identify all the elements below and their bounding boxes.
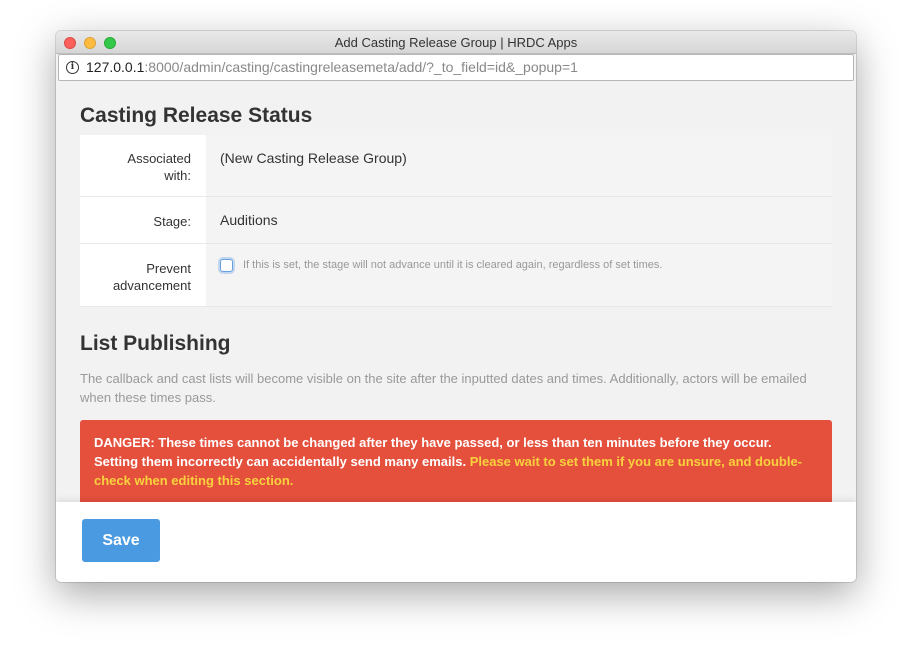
- list-publishing-heading: List Publishing: [80, 332, 231, 355]
- title-bar: Add Casting Release Group | HRDC Apps: [56, 31, 856, 54]
- casting-release-status-heading: Casting Release Status: [80, 104, 313, 127]
- stage-row: Stage: Auditions: [80, 197, 832, 244]
- window-title: Add Casting Release Group | HRDC Apps: [334, 35, 578, 50]
- page-content: Casting Release Status Associated with: …: [56, 81, 856, 502]
- associated-with-value: (New Casting Release Group): [220, 150, 407, 166]
- prevent-advancement-checkbox[interactable]: [220, 259, 233, 272]
- submit-footer: Save: [56, 502, 856, 582]
- save-button[interactable]: Save: [82, 519, 160, 562]
- address-bar[interactable]: i 127.0.0.1:8000/admin/casting/castingre…: [58, 54, 854, 81]
- url-host: 127.0.0.1: [86, 59, 145, 75]
- url-text[interactable]: 127.0.0.1:8000/admin/casting/castingrele…: [86, 59, 578, 75]
- browser-window: Add Casting Release Group | HRDC Apps i …: [56, 31, 856, 582]
- prevent-advancement-row: Prevent advancement If this is set, the …: [80, 244, 832, 307]
- danger-alert: DANGER: These times cannot be changed af…: [80, 420, 832, 502]
- associated-with-row: Associated with: (New Casting Release Gr…: [80, 135, 832, 197]
- stage-label: Stage:: [153, 214, 191, 229]
- prevent-advancement-label: Prevent advancement: [112, 261, 191, 293]
- list-publishing-description: The callback and cast lists will become …: [80, 371, 807, 405]
- stage-value: Auditions: [220, 212, 278, 228]
- prevent-advancement-help: If this is set, the stage will not advan…: [243, 259, 663, 271]
- url-path: :8000/admin/casting/castingreleasemeta/a…: [144, 59, 578, 75]
- associated-with-label: Associated with:: [127, 151, 191, 183]
- status-form-table: Associated with: (New Casting Release Gr…: [80, 135, 832, 307]
- info-icon[interactable]: i: [66, 61, 79, 74]
